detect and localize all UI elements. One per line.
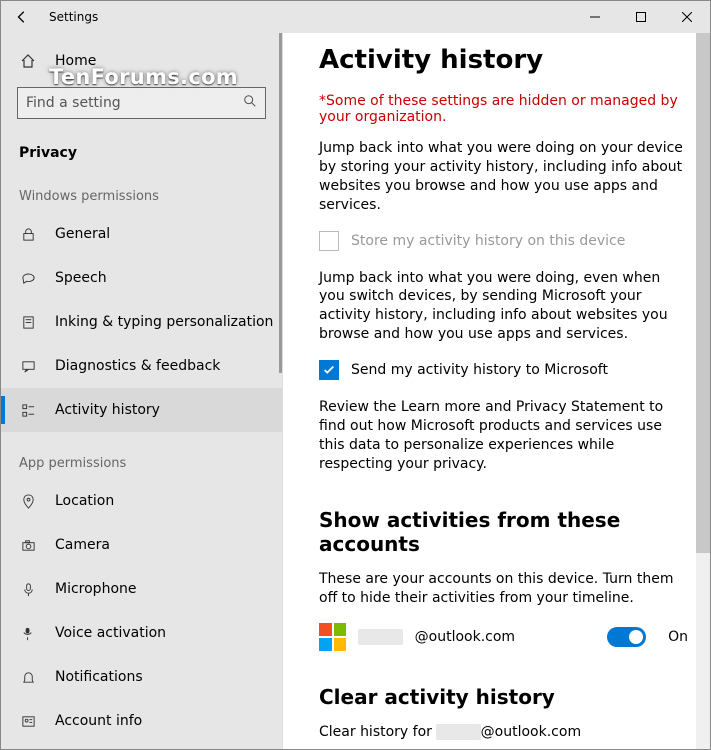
account-icon bbox=[19, 714, 37, 729]
clear-email-redacted: x bbox=[436, 724, 480, 740]
sidebar-item-label: Inking & typing personalization bbox=[55, 314, 273, 330]
intro-text-2: Jump back into what you were doing, even… bbox=[319, 269, 688, 345]
notifications-icon bbox=[19, 670, 37, 685]
sidebar-item-label: Notifications bbox=[55, 669, 143, 685]
sidebar-item-label: Account info bbox=[55, 713, 142, 729]
account-row: x @outlook.com On bbox=[319, 623, 688, 651]
account-email-redacted: x bbox=[358, 629, 402, 645]
location-icon bbox=[19, 494, 37, 509]
sidebar-group-label: App permissions bbox=[1, 432, 282, 479]
account-email-suffix: @outlook.com bbox=[415, 629, 515, 645]
maximize-button[interactable] bbox=[618, 1, 664, 33]
voice-icon bbox=[19, 626, 37, 641]
policy-notice: *Some of these settings are hidden or ma… bbox=[319, 93, 688, 125]
inking-icon bbox=[19, 315, 37, 330]
speech-icon bbox=[19, 271, 37, 286]
sidebar-item-speech[interactable]: Speech bbox=[1, 256, 282, 300]
page-title: Activity history bbox=[319, 45, 688, 75]
sidebar-home-label: Home bbox=[55, 53, 96, 69]
checkbox-icon bbox=[319, 231, 339, 251]
sidebar-item-diagnostics[interactable]: Diagnostics & feedback bbox=[1, 344, 282, 388]
checkbox-store-activity: Store my activity history on this device bbox=[319, 231, 688, 251]
microsoft-logo-icon bbox=[319, 623, 346, 651]
sidebar-item-label: Speech bbox=[55, 270, 107, 286]
intro-text-1: Jump back into what you were doing on yo… bbox=[319, 139, 688, 215]
microphone-icon bbox=[19, 582, 37, 597]
checkbox-label: Store my activity history on this device bbox=[351, 233, 625, 249]
close-button[interactable] bbox=[664, 1, 710, 33]
camera-icon bbox=[19, 538, 37, 553]
toggle-state-label: On bbox=[668, 629, 688, 645]
feedback-icon bbox=[19, 359, 37, 374]
sidebar-section-label: Privacy bbox=[1, 131, 282, 165]
activity-icon bbox=[19, 403, 37, 418]
sidebar-item-account-info[interactable]: Account info bbox=[1, 699, 282, 743]
sidebar-item-activity-history[interactable]: Activity history bbox=[1, 388, 282, 432]
sidebar-home[interactable]: Home bbox=[1, 41, 282, 81]
sidebar-item-label: Camera bbox=[55, 537, 110, 553]
sidebar-item-general[interactable]: General bbox=[1, 212, 282, 256]
sidebar-item-label: Activity history bbox=[55, 402, 160, 418]
clear-heading: Clear activity history bbox=[319, 685, 688, 709]
content-pane: Activity history *Some of these settings… bbox=[283, 33, 710, 749]
sidebar-item-label: Voice activation bbox=[55, 625, 166, 641]
sidebar-group-label: Windows permissions bbox=[1, 165, 282, 212]
search-placeholder: Find a setting bbox=[26, 95, 121, 111]
titlebar: Settings bbox=[1, 1, 710, 33]
account-toggle[interactable] bbox=[607, 627, 646, 647]
sidebar-item-label: General bbox=[55, 226, 110, 242]
checkbox-icon bbox=[319, 360, 339, 380]
back-button[interactable] bbox=[1, 1, 43, 33]
sidebar-item-inking[interactable]: Inking & typing personalization bbox=[1, 300, 282, 344]
home-icon bbox=[19, 53, 37, 69]
content-scrollbar[interactable] bbox=[696, 33, 710, 749]
sidebar: Home Find a setting Privacy Windows perm… bbox=[1, 33, 283, 749]
checkbox-send-to-microsoft[interactable]: Send my activity history to Microsoft bbox=[319, 360, 688, 380]
accounts-desc: These are your accounts on this device. … bbox=[319, 570, 688, 608]
minimize-button[interactable] bbox=[572, 1, 618, 33]
search-input[interactable]: Find a setting bbox=[17, 87, 266, 119]
sidebar-item-notifications[interactable]: Notifications bbox=[1, 655, 282, 699]
clear-label: Clear history for x@outlook.com bbox=[319, 723, 688, 742]
sidebar-item-label: Diagnostics & feedback bbox=[55, 358, 220, 374]
lock-icon bbox=[19, 227, 37, 242]
sidebar-item-microphone[interactable]: Microphone bbox=[1, 567, 282, 611]
sidebar-item-label: Location bbox=[55, 493, 114, 509]
sidebar-item-location[interactable]: Location bbox=[1, 479, 282, 523]
sidebar-item-camera[interactable]: Camera bbox=[1, 523, 282, 567]
checkbox-label: Send my activity history to Microsoft bbox=[351, 362, 608, 378]
sidebar-item-voice-activation[interactable]: Voice activation bbox=[1, 611, 282, 655]
window-title: Settings bbox=[49, 10, 572, 24]
review-text: Review the Learn more and Privacy Statem… bbox=[319, 398, 688, 474]
search-icon bbox=[243, 94, 257, 112]
sidebar-scrollbar[interactable] bbox=[278, 33, 282, 749]
sidebar-item-label: Microphone bbox=[55, 581, 137, 597]
accounts-heading: Show activities from these accounts bbox=[319, 508, 688, 556]
